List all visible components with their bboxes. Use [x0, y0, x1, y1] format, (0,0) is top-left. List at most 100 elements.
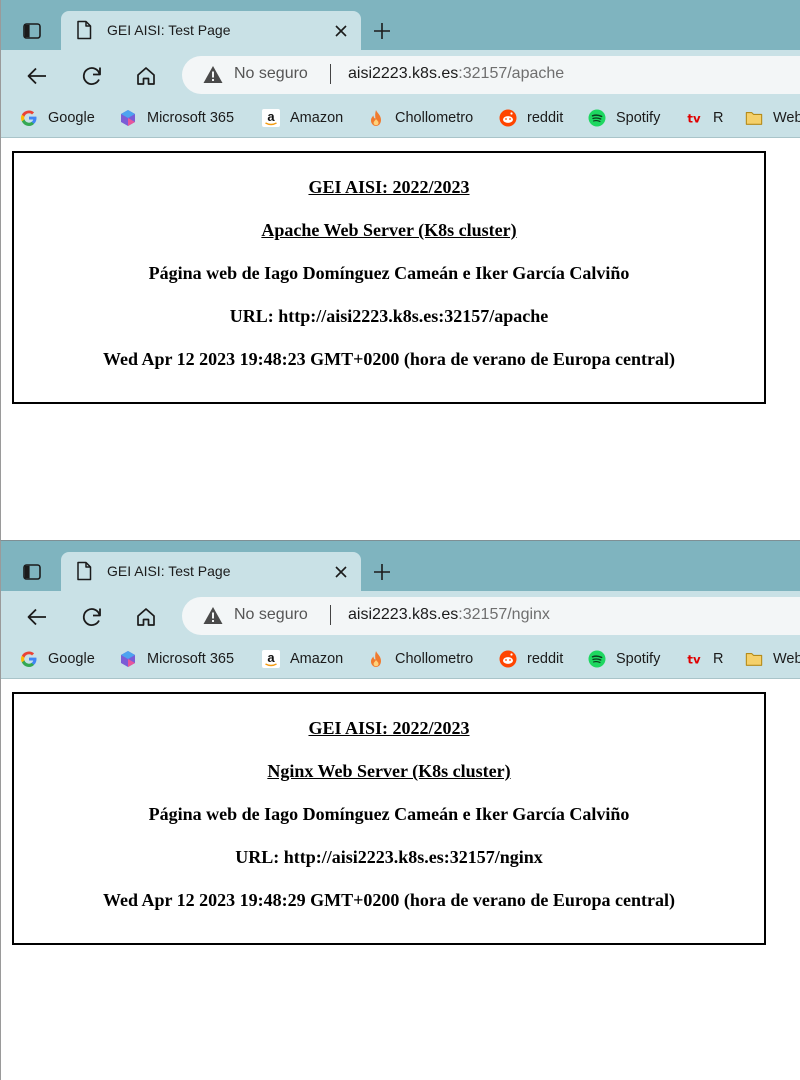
reload-icon	[82, 608, 101, 626]
bookmark-google[interactable]: Google	[20, 649, 95, 669]
server-title: Nginx Web Server (K8s cluster)	[267, 761, 511, 781]
tab-close-button[interactable]	[331, 21, 351, 41]
reddit-icon	[499, 109, 517, 127]
bookmark-spotify[interactable]: Spotify	[588, 649, 660, 669]
tab-actions-button[interactable]	[15, 14, 49, 48]
tab-active[interactable]: GEI AISI: Test Page	[61, 552, 361, 591]
date-line: Wed Apr 12 2023 19:48:23 GMT+0200 (hora …	[102, 349, 676, 369]
home-icon	[137, 67, 155, 85]
amazon-icon: a	[262, 650, 280, 668]
security-status-text[interactable]: No seguro	[234, 606, 308, 624]
url-text[interactable]: aisi2223.k8s.es:32157/apache	[348, 65, 564, 83]
server-title: Apache Web Server (K8s cluster)	[261, 220, 517, 240]
bookmark-google[interactable]: Google	[20, 108, 95, 128]
home-button[interactable]	[129, 59, 163, 93]
back-arrow-icon	[27, 67, 46, 85]
tab-title: GEI AISI: Test Page	[107, 563, 231, 579]
course-title: GEI AISI: 2022/2023	[308, 177, 470, 197]
new-tab-button[interactable]	[367, 557, 397, 587]
bookmark-label: reddit	[527, 110, 564, 126]
browser-window-nginx: GEI AISI: Test Page No seguro aisi2223.k…	[0, 540, 800, 1080]
reload-button[interactable]	[75, 600, 109, 634]
bookmark-chollometro[interactable]: Chollometro	[367, 108, 473, 128]
url-host: aisi2223.k8s.es	[348, 606, 459, 623]
bookmark-amazon[interactable]: a Amazon	[262, 108, 343, 128]
svg-text:tv: tv	[687, 112, 701, 126]
back-button[interactable]	[20, 59, 54, 93]
tab-active[interactable]: GEI AISI: Test Page	[61, 11, 361, 50]
spotify-icon	[588, 109, 606, 127]
date-line: Wed Apr 12 2023 19:48:29 GMT+0200 (hora …	[102, 890, 676, 910]
bookmark-reddit[interactable]: reddit	[499, 108, 563, 128]
reddit-icon	[499, 650, 517, 668]
bookmark-microsoft-365[interactable]: Microsoft 365	[119, 649, 234, 669]
amazon-icon: a	[262, 109, 280, 127]
bookmark-label: Microsoft 365	[147, 110, 235, 126]
warning-icon[interactable]	[203, 606, 223, 625]
new-tab-button[interactable]	[367, 16, 397, 46]
bookmark-tv-r[interactable]: tv R	[685, 649, 723, 669]
close-icon	[335, 566, 347, 578]
security-status-text[interactable]: No seguro	[234, 65, 308, 83]
page-content: GEI AISI: 2022/2023 Nginx Web Server (K8…	[1, 679, 800, 1080]
bookmark-label: Amazon	[290, 110, 344, 126]
bookmark-label: Google	[48, 110, 95, 126]
warning-icon[interactable]	[203, 65, 223, 84]
svg-text:a: a	[267, 650, 275, 665]
document-icon	[77, 561, 92, 581]
tv-icon: tv	[685, 650, 703, 668]
bookmark-reddit[interactable]: reddit	[499, 649, 563, 669]
bookmark-folder-web[interactable]: Web	[745, 649, 800, 669]
url-line: URL: http://aisi2223.k8s.es:32157/apache	[229, 306, 549, 326]
url-host: aisi2223.k8s.es	[348, 65, 459, 82]
home-icon	[137, 608, 155, 626]
bookmark-label: reddit	[527, 651, 564, 667]
bookmark-label: Web	[773, 651, 800, 667]
svg-text:a: a	[267, 109, 275, 124]
close-icon	[335, 25, 347, 37]
bookmark-label: Amazon	[290, 651, 344, 667]
reload-button[interactable]	[75, 59, 109, 93]
bookmark-label: R	[713, 651, 724, 667]
url-path: :32157/nginx	[458, 606, 550, 623]
bookmark-label: Spotify	[616, 651, 661, 667]
bookmarks-bar: Google Microsoft 365 a Amazon Chollometr…	[1, 100, 800, 138]
flame-icon	[367, 650, 385, 668]
bookmark-label: Chollometro	[395, 651, 474, 667]
bookmark-microsoft-365[interactable]: Microsoft 365	[119, 108, 234, 128]
url-path: :32157/apache	[458, 65, 565, 82]
flame-icon	[367, 109, 385, 127]
page-content: GEI AISI: 2022/2023 Apache Web Server (K…	[1, 138, 800, 540]
url-text[interactable]: aisi2223.k8s.es:32157/nginx	[348, 606, 550, 624]
home-button[interactable]	[129, 600, 163, 634]
plus-icon	[374, 564, 390, 580]
bookmark-amazon[interactable]: a Amazon	[262, 649, 343, 669]
bookmark-label: Web	[773, 110, 800, 126]
document-icon	[77, 20, 92, 40]
address-bar[interactable]: No seguro aisi2223.k8s.es:32157/nginx	[182, 597, 800, 635]
tab-close-button[interactable]	[331, 562, 351, 582]
bookmark-label: Google	[48, 651, 95, 667]
course-title: GEI AISI: 2022/2023	[308, 718, 470, 738]
browser-window-apache: GEI AISI: Test Page No seguro aisi2223.k…	[0, 0, 800, 540]
plus-icon	[374, 23, 390, 39]
bookmark-label: R	[713, 110, 724, 126]
bookmark-folder-web[interactable]: Web	[745, 108, 800, 128]
folder-icon	[745, 650, 763, 668]
back-button[interactable]	[20, 600, 54, 634]
google-icon	[20, 109, 38, 127]
tv-icon: tv	[685, 109, 703, 127]
bookmark-tv-r[interactable]: tv R	[685, 108, 723, 128]
tab-title: GEI AISI: Test Page	[107, 22, 231, 38]
bookmark-label: Spotify	[616, 110, 661, 126]
info-box: GEI AISI: 2022/2023 Nginx Web Server (K8…	[12, 692, 766, 945]
bookmark-label: Chollometro	[395, 110, 474, 126]
address-bar[interactable]: No seguro aisi2223.k8s.es:32157/apache	[182, 56, 800, 94]
back-arrow-icon	[27, 608, 46, 626]
tab-strip: GEI AISI: Test Page	[1, 541, 800, 591]
tab-actions-icon	[23, 564, 41, 580]
bookmark-chollometro[interactable]: Chollometro	[367, 649, 473, 669]
authors-text: Página web de Iago Domínguez Cameán e Ik…	[148, 263, 630, 283]
tab-actions-button[interactable]	[15, 555, 49, 589]
bookmark-spotify[interactable]: Spotify	[588, 108, 660, 128]
